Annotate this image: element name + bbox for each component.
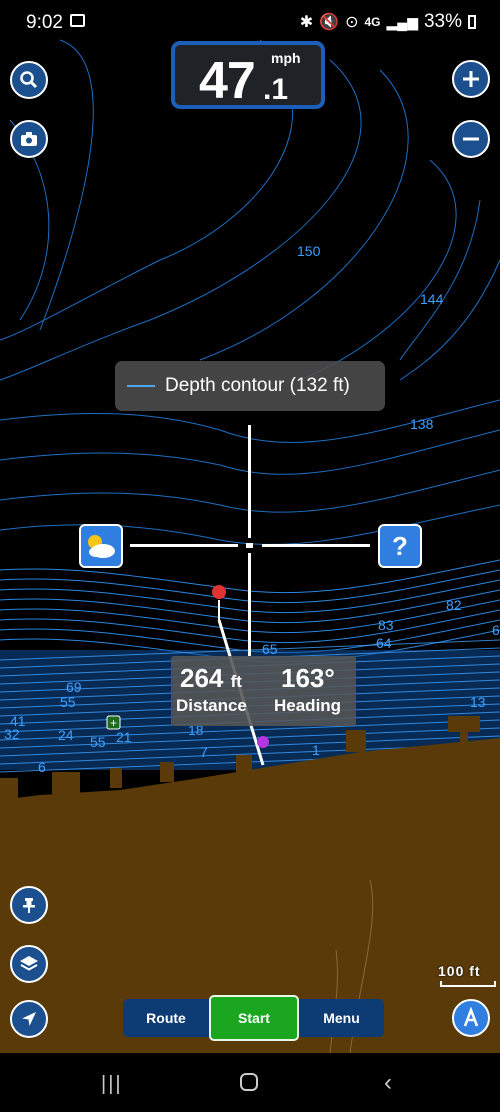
crosshair-vertical-top (248, 425, 251, 538)
plus-icon (463, 71, 479, 87)
help-button[interactable]: ? (378, 524, 422, 568)
vessel-marker-icon (257, 736, 269, 748)
minus-icon (463, 137, 479, 141)
depth-label: 55 (90, 734, 106, 750)
heading-value: 163° (281, 663, 335, 693)
speed-integer: 47 (199, 52, 256, 110)
depth-label: 55 (60, 694, 76, 710)
crosshair-center (246, 543, 253, 548)
back-button[interactable]: ‹ (384, 1069, 392, 1097)
battery-icon (468, 15, 476, 29)
camera-button[interactable] (10, 120, 48, 158)
weather-button[interactable] (79, 524, 123, 568)
recents-button[interactable]: ||| (101, 1073, 123, 1096)
depth-label: 144 (420, 291, 444, 307)
depth-label: 64 (376, 635, 392, 651)
battery-percent: 33% (423, 11, 462, 32)
depth-label: 6 (492, 622, 500, 638)
depth-label: 69 (66, 679, 82, 695)
search-icon (20, 71, 38, 89)
depth-label: 138 (410, 416, 434, 432)
navigation-info-panel: 264 ft 163° Distance Heading (171, 656, 356, 726)
status-bar: 9:02 ✱ 🔇 ⊙ 4G ▂▄▆ 33% (0, 0, 500, 44)
depth-label: 24 (58, 727, 74, 743)
route-button[interactable]: Route (123, 999, 209, 1037)
depth-label: 65 (262, 641, 278, 657)
signal-icon: ▂▄▆ (386, 13, 418, 30)
distance-label: Distance (176, 696, 247, 715)
speed-unit: mph (271, 50, 301, 66)
auto-guidance-button[interactable] (452, 999, 490, 1037)
depth-label: 13 (470, 694, 486, 710)
layers-button[interactable] (10, 945, 48, 983)
system-navigation-bar: ||| ‹ (0, 1053, 500, 1112)
distance-readout: 264 ft (180, 663, 242, 694)
pushpin-icon (23, 898, 35, 913)
camera-icon (21, 132, 37, 146)
partly-cloudy-icon (88, 535, 115, 558)
crosshair-horizontal-left (130, 544, 238, 547)
question-icon: ? (392, 530, 408, 561)
depth-label: 150 (297, 243, 321, 259)
search-button[interactable] (10, 61, 48, 99)
depth-label: 1 (312, 742, 320, 758)
pin-button[interactable] (10, 886, 48, 924)
crosshair-horizontal-right (262, 544, 370, 547)
distance-unit: ft (230, 672, 242, 691)
depth-label: 82 (446, 597, 462, 613)
contour-line-icon (127, 385, 155, 387)
map-tooltip[interactable]: Depth contour (132 ft) (115, 361, 385, 411)
layers-icon (20, 956, 38, 971)
speedometer: 47 .1 mph (171, 41, 325, 110)
bluetooth-icon: ✱ (299, 14, 314, 31)
status-time: 9:02 (26, 12, 63, 33)
auto-guidance-icon (463, 1007, 479, 1027)
waypoint-pin-icon[interactable] (212, 585, 226, 599)
network-label: 4G (364, 15, 381, 29)
distance-value: 264 (180, 663, 224, 693)
mute-icon: 🔇 (319, 14, 340, 31)
depth-label: 7 (200, 744, 208, 760)
depth-label: 6 (38, 759, 46, 775)
depth-label: 21 (116, 729, 132, 745)
menu-button[interactable]: Menu (299, 999, 384, 1037)
zoom-in-button[interactable] (452, 60, 490, 98)
svg-text:+: + (110, 716, 117, 730)
depth-label: 32 (4, 726, 20, 742)
location-icon: ⊙ (345, 14, 359, 31)
scale-bar (440, 981, 496, 987)
zoom-out-button[interactable] (452, 120, 490, 158)
scale-label: 100 ft (438, 963, 481, 979)
home-button[interactable] (240, 1073, 258, 1091)
navigation-arrow-icon (22, 1012, 36, 1026)
image-icon (70, 14, 85, 27)
crosshair-vertical-bottom (248, 553, 251, 656)
tooltip-text: Depth contour (132 ft) (165, 375, 350, 396)
speed-decimal: .1 (263, 73, 289, 106)
start-button[interactable]: Start (209, 995, 299, 1041)
depth-label: 83 (378, 617, 394, 633)
heading-label: Heading (274, 696, 342, 715)
locate-button[interactable] (10, 1000, 48, 1038)
